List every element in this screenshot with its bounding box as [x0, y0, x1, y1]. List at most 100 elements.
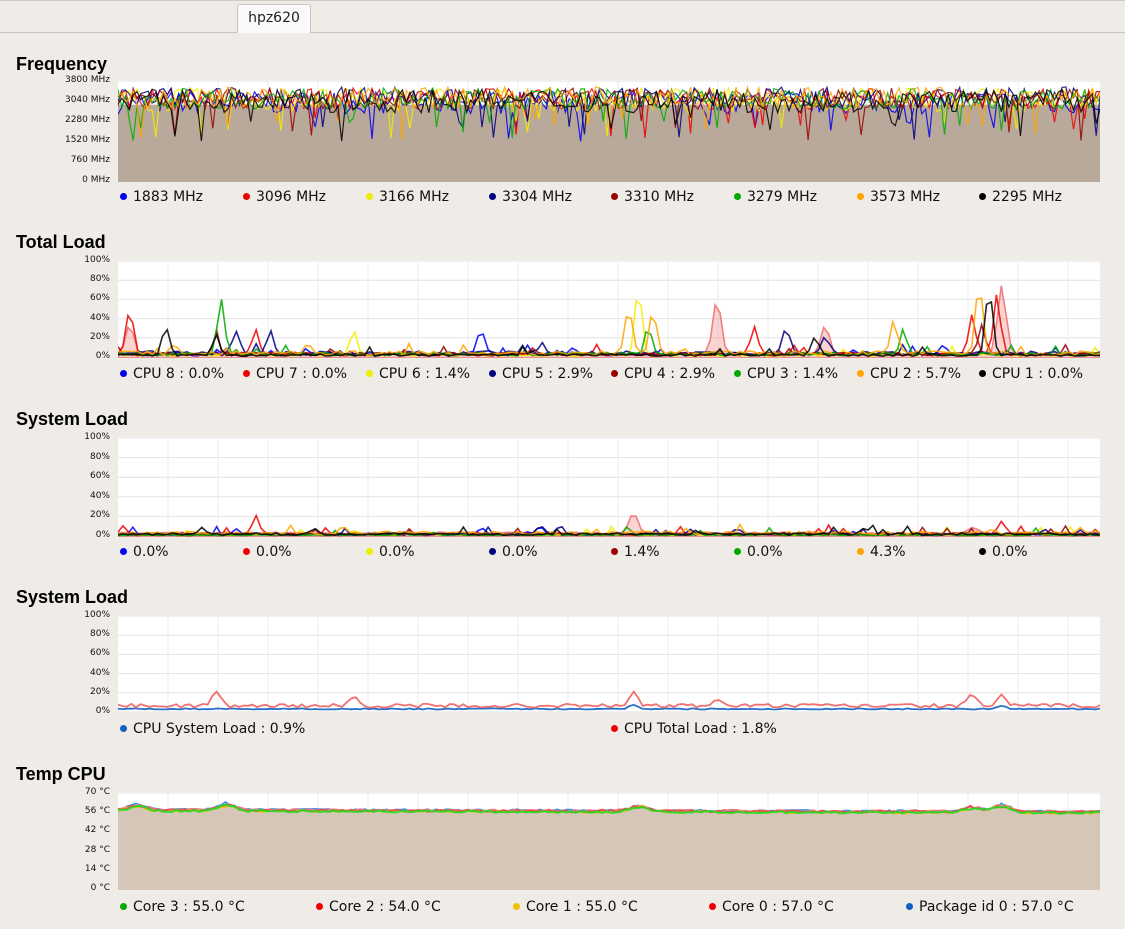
- legend-label: CPU 5 : 2.9%: [502, 366, 594, 382]
- legend-label: 3304 MHz: [502, 189, 573, 205]
- total-load-y-tick: 100%: [84, 255, 110, 265]
- section-title-temp-cpu: Temp CPU: [16, 764, 106, 784]
- system-load-legend-item: 0.0%: [489, 543, 538, 561]
- legend-label: 4.3%: [870, 544, 906, 560]
- legend-dot-icon: [243, 370, 250, 377]
- temp-cpu-legend-item: Core 1 : 55.0 °C: [513, 898, 638, 916]
- legend-label: 0.0%: [502, 544, 538, 560]
- temp-cpu-legend-item: Core 3 : 55.0 °C: [120, 898, 245, 916]
- total-load-y-tick: 60%: [89, 293, 110, 304]
- legend-label: CPU 2 : 5.7%: [870, 366, 962, 382]
- system-load-summary-y-tick: 100%: [84, 610, 110, 620]
- total-load-legend-item: CPU 1 : 0.0%: [979, 365, 1083, 383]
- legend-label: CPU 1 : 0.0%: [992, 366, 1084, 382]
- system-load-summary-legend-item: CPU Total Load : 1.8%: [611, 720, 777, 738]
- system-load-legend-item: 1.4%: [611, 543, 660, 561]
- section-title-system-load-summary: System Load: [16, 587, 129, 607]
- legend-dot-icon: [979, 548, 986, 555]
- legend-dot-icon: [709, 903, 716, 910]
- legend-dot-icon: [120, 548, 127, 555]
- legend-label: Core 3 : 55.0 °C: [133, 899, 245, 915]
- legend-label: Core 2 : 54.0 °C: [329, 899, 441, 915]
- legend-dot-icon: [489, 370, 496, 377]
- system-load-summary-y-tick: 20%: [89, 686, 110, 697]
- frequency-legend-item: 3304 MHz: [489, 188, 572, 206]
- legend-dot-icon: [366, 548, 373, 555]
- frequency-chart-svg: [118, 80, 1100, 182]
- legend-dot-icon: [120, 725, 127, 732]
- system-load-summary-chart: [118, 615, 1100, 713]
- total-load-y-tick: 80%: [89, 274, 110, 285]
- system-load-summary-y-tick: 80%: [89, 629, 110, 640]
- temp-cpu-legend-item: Core 2 : 54.0 °C: [316, 898, 441, 916]
- legend-label: 0.0%: [992, 544, 1028, 560]
- system-load-legend-item: 0.0%: [366, 543, 415, 561]
- frequency-y-tick: 760 MHz: [70, 155, 110, 165]
- system-load-legend-item: 0.0%: [979, 543, 1028, 561]
- frequency-legend-item: 2295 MHz: [979, 188, 1062, 206]
- legend-label: 1.4%: [624, 544, 660, 560]
- tab-bar: hpz620: [0, 0, 1125, 33]
- system-load-y-tick: 80%: [89, 451, 110, 462]
- temp-cpu-legend-item: Core 0 : 57.0 °C: [709, 898, 834, 916]
- legend-dot-icon: [366, 370, 373, 377]
- legend-dot-icon: [857, 548, 864, 555]
- legend-dot-icon: [316, 903, 323, 910]
- temp-cpu-y-tick: 56 °C: [84, 806, 110, 817]
- system-load-y-tick: 0%: [95, 530, 110, 540]
- frequency-y-tick: 3040 MHz: [64, 95, 110, 105]
- legend-label: 3166 MHz: [379, 189, 450, 205]
- legend-label: 0.0%: [256, 544, 292, 560]
- section-title-total-load: Total Load: [16, 232, 106, 252]
- temp-cpu-legend-item: Package id 0 : 57.0 °C: [906, 898, 1074, 916]
- legend-dot-icon: [611, 725, 618, 732]
- legend-label: CPU System Load : 0.9%: [133, 721, 306, 737]
- section-title-frequency: Frequency: [16, 54, 108, 74]
- total-load-legend-item: CPU 4 : 2.9%: [611, 365, 715, 383]
- legend-dot-icon: [734, 370, 741, 377]
- frequency-y-tick: 2280 MHz: [64, 115, 110, 125]
- legend-dot-icon: [857, 193, 864, 200]
- legend-dot-icon: [734, 548, 741, 555]
- legend-label: 3279 MHz: [747, 189, 818, 205]
- legend-dot-icon: [611, 370, 618, 377]
- system-load-legend-item: 4.3%: [857, 543, 906, 561]
- tab-bar-edge: [0, 0, 1125, 1]
- legend-label: 0.0%: [379, 544, 415, 560]
- system-load-summary-y-tick: 60%: [89, 648, 110, 659]
- legend-label: CPU 6 : 1.4%: [379, 366, 471, 382]
- legend-label: Core 1 : 55.0 °C: [526, 899, 638, 915]
- legend-label: CPU 3 : 1.4%: [747, 366, 839, 382]
- legend-label: 0.0%: [133, 544, 169, 560]
- tab-hpz620[interactable]: hpz620: [237, 4, 311, 33]
- temp-cpu-y-tick: 42 °C: [84, 825, 110, 836]
- legend-label: CPU 4 : 2.9%: [624, 366, 716, 382]
- system-load-summary-y-tick: 0%: [95, 706, 110, 716]
- system-load-summary-y-tick: 40%: [89, 667, 110, 678]
- system-load-y-tick: 60%: [89, 471, 110, 482]
- legend-label: 1883 MHz: [133, 189, 204, 205]
- frequency-legend-item: 3279 MHz: [734, 188, 817, 206]
- legend-dot-icon: [513, 903, 520, 910]
- frequency-legend-item: 3096 MHz: [243, 188, 326, 206]
- total-load-y-tick: 20%: [89, 331, 110, 342]
- system-load-summary-series-line: [118, 690, 1100, 709]
- system-load-legend-item: 0.0%: [243, 543, 292, 561]
- system-load-chart-svg: [118, 437, 1100, 537]
- legend-dot-icon: [366, 193, 373, 200]
- total-load-chart-svg: [118, 260, 1100, 358]
- total-load-legend-item: CPU 8 : 0.0%: [120, 365, 224, 383]
- frequency-legend-item: 3310 MHz: [611, 188, 694, 206]
- temp-cpu-y-tick: 28 °C: [84, 844, 110, 855]
- system-load-summary-chart-svg: [118, 615, 1100, 713]
- temp-cpu-y-tick: 70 °C: [84, 787, 110, 797]
- total-load-legend-item: CPU 3 : 1.4%: [734, 365, 838, 383]
- legend-label: Package id 0 : 57.0 °C: [919, 899, 1074, 915]
- system-load-summary-legend-item: CPU System Load : 0.9%: [120, 720, 305, 738]
- legend-dot-icon: [120, 370, 127, 377]
- frequency-legend-item: 1883 MHz: [120, 188, 203, 206]
- legend-dot-icon: [979, 370, 986, 377]
- legend-dot-icon: [611, 193, 618, 200]
- legend-dot-icon: [734, 193, 741, 200]
- system-load-y-tick: 20%: [89, 510, 110, 521]
